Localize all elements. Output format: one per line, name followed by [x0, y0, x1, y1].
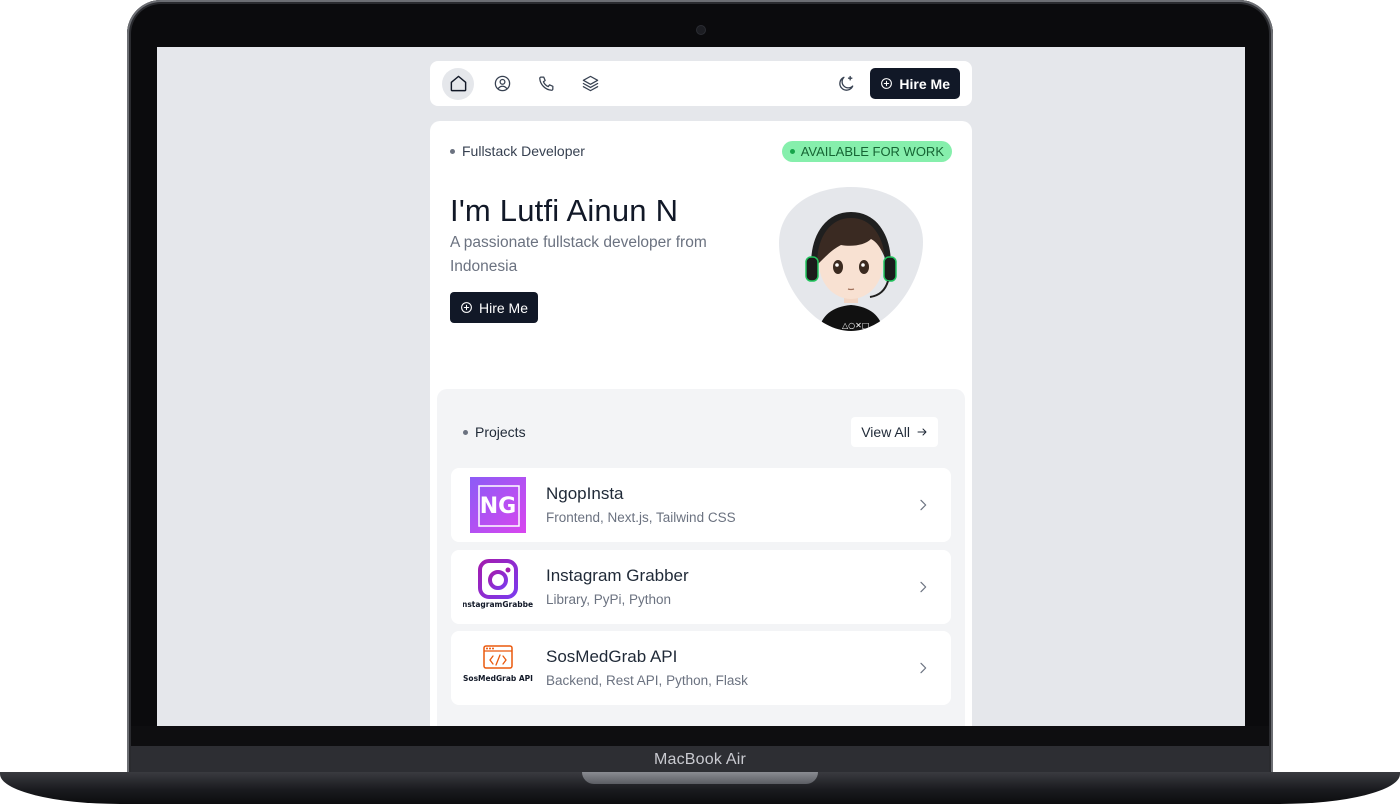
- bullet-dot: [463, 429, 468, 435]
- project-logo: NG: [463, 477, 533, 533]
- project-item-sosmedgrab-api[interactable]: SosMedGrab API SosMedGrab API Backend, R…: [451, 631, 951, 705]
- chevron-right-icon: [920, 499, 927, 511]
- plus-circle-icon: [461, 302, 472, 313]
- role-label: Fullstack Developer: [450, 143, 585, 159]
- laptop-brand-strip: MacBook Air: [131, 746, 1269, 774]
- navbar-hire-button[interactable]: Hire Me: [870, 68, 960, 99]
- project-item-ngopinsta[interactable]: NG NgopInsta Frontend, Next.js, Tailwind…: [451, 468, 951, 542]
- laptop-hinge-notch: [582, 772, 818, 784]
- chevron-right-icon: [920, 581, 927, 593]
- projects-title: Projects: [475, 424, 526, 440]
- device-brand-label: MacBook Air: [653, 751, 746, 768]
- badge-text: AVAILABLE FOR WORK: [800, 144, 944, 159]
- project-tags: Library, PyPi, Python: [546, 592, 672, 607]
- projects-heading: Projects: [463, 424, 526, 440]
- ng-logo-text: NG: [480, 494, 516, 519]
- plus-circle-icon: [881, 78, 893, 89]
- navbar-hire-label: Hire Me: [899, 75, 950, 92]
- project-tags: Frontend, Next.js, Tailwind CSS: [546, 510, 736, 525]
- project-item-instagram-grabber[interactable]: InstagramGrabber Instagram Grabber Libra…: [451, 550, 951, 624]
- chevron-right-icon: [920, 662, 927, 674]
- moon-icon: [839, 75, 854, 91]
- nav-home-button[interactable]: [442, 67, 474, 100]
- project-tags: Backend, Rest API, Python, Flask: [546, 673, 748, 688]
- availability-badge: AVAILABLE FOR WORK: [781, 141, 952, 162]
- ig-logo-text: InstagramGrabber: [463, 600, 533, 609]
- hero-card: Fullstack Developer AVAILABLE FOR WORK I…: [430, 121, 972, 726]
- screen-bezel: [131, 726, 1269, 748]
- role-text: Fullstack Developer: [462, 143, 585, 159]
- hero-title: I'm Lutfi Ainun N: [450, 193, 679, 228]
- bullet-dot: [450, 148, 455, 154]
- nav-contact-button[interactable]: [530, 68, 562, 100]
- project-logo: SosMedGrab API: [463, 640, 533, 696]
- browser-screen: Hire Me Fullstack Developer AVAILABLE FO…: [157, 47, 1245, 726]
- nav-projects-button[interactable]: [574, 68, 606, 100]
- navbar: Hire Me: [430, 61, 972, 106]
- project-name: NgopInsta: [546, 484, 624, 503]
- hero-hire-label: Hire Me: [479, 299, 529, 316]
- project-logo: InstagramGrabber: [463, 559, 533, 615]
- phone-icon: [538, 76, 553, 91]
- home-icon: [450, 75, 466, 92]
- user-circle-icon: [494, 75, 510, 92]
- sos-logo-text: SosMedGrab API: [463, 674, 533, 683]
- status-dot: [789, 149, 795, 154]
- view-all-button[interactable]: View All: [851, 417, 938, 447]
- hero-description: A passionate fullstack developer from In…: [450, 234, 707, 275]
- arrow-right-icon: [917, 428, 927, 436]
- projects-section: Projects View All NG NgopInsta Frontend,: [437, 389, 965, 726]
- project-name: Instagram Grabber: [546, 566, 689, 585]
- avatar: △○✕□: [776, 185, 926, 333]
- hero-hire-button[interactable]: Hire Me: [450, 292, 539, 323]
- camera-icon: [697, 26, 705, 34]
- view-all-label: View All: [861, 424, 910, 440]
- project-name: SosMedGrab API: [546, 647, 678, 666]
- svg-text:△○✕□: △○✕□: [842, 321, 869, 330]
- layers-icon: [582, 75, 598, 92]
- theme-toggle-button[interactable]: [830, 68, 862, 100]
- nav-about-button[interactable]: [486, 68, 518, 100]
